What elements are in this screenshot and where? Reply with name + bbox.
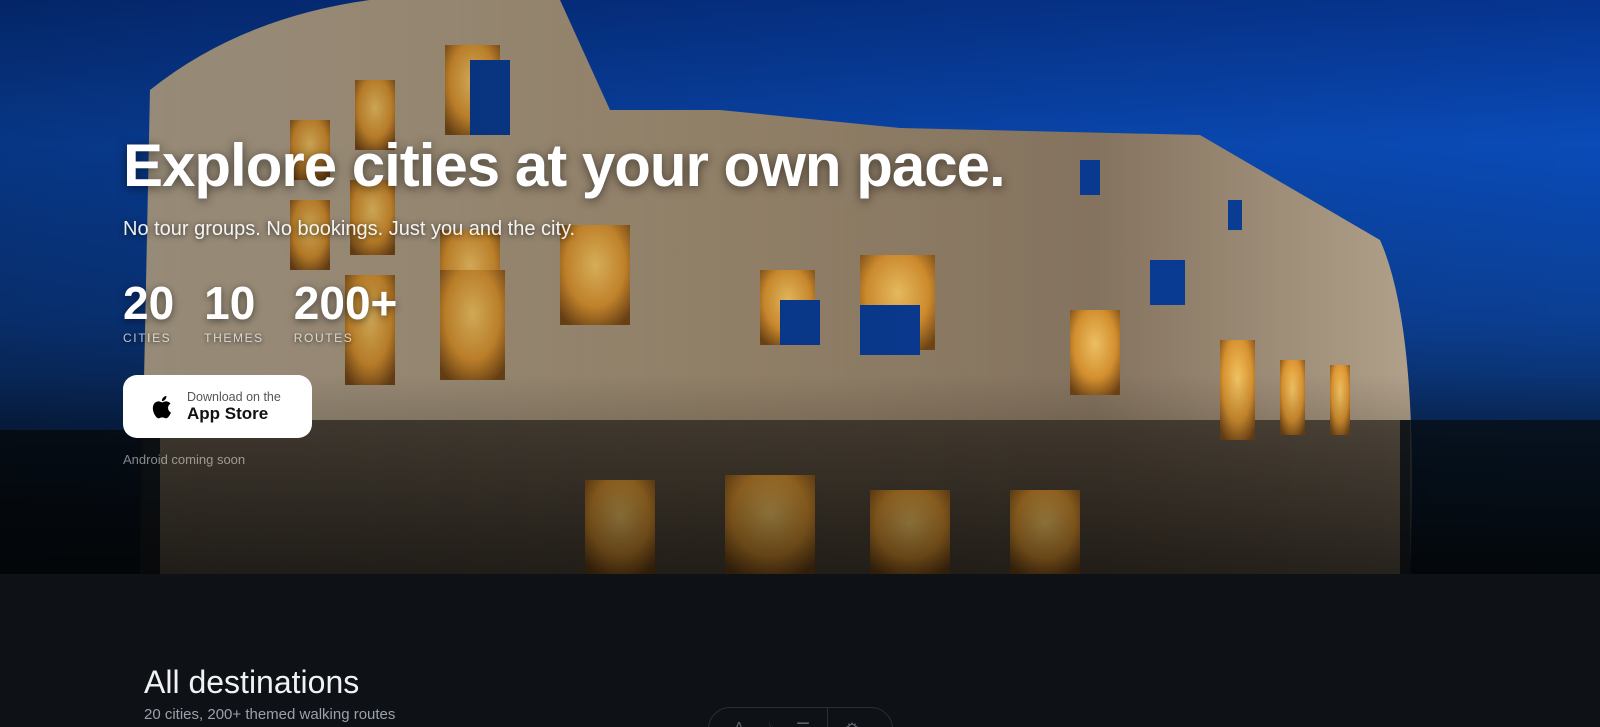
stat-label: THEMES	[204, 331, 264, 345]
destinations-section: All destinations 20 cities, 200+ themed …	[144, 662, 395, 723]
hero-content: Explore cities at your own pace. No tour…	[123, 128, 1006, 467]
stat-label: CITIES	[123, 331, 172, 345]
stat-cities: 20 CITIES	[123, 279, 174, 345]
app-store-button[interactable]: Download on the App Store	[123, 375, 312, 438]
app-store-big-label: App Store	[187, 403, 269, 423]
hero-title: Explore cities at your own pace.	[123, 132, 1006, 199]
filter-divider	[827, 707, 828, 727]
apple-icon	[152, 395, 172, 418]
stat-label: ROUTES	[293, 331, 354, 345]
stat-value: 200+	[293, 277, 398, 329]
app-store-text: Download on the App Store	[187, 390, 281, 424]
text-icon[interactable]: A	[723, 719, 755, 727]
android-coming-soon-note: Android coming soon	[123, 452, 246, 467]
stat-value: 10	[204, 277, 256, 329]
settings-icon[interactable]: ⚙	[836, 719, 868, 727]
destinations-subtitle: 20 cities, 200+ themed walking routes	[144, 706, 396, 723]
stat-themes: 10 THEMES	[204, 279, 264, 345]
hero-subtitle: No tour groups. No bookings. Just you an…	[123, 218, 576, 240]
food-icon[interactable]: ☕	[755, 719, 787, 727]
list-icon[interactable]: ☰	[787, 719, 819, 727]
filter-bar: A ☕ ☰ ⚙	[708, 707, 893, 727]
destinations-title: All destinations	[144, 664, 360, 700]
stat-routes: 200+ ROUTES	[294, 279, 398, 345]
stats-row: 20 CITIES 10 THEMES 200+ ROUTES	[123, 279, 1005, 345]
app-store-small-label: Download on the	[187, 389, 281, 404]
stat-value: 20	[123, 277, 175, 329]
hero-section: Explore cities at your own pace. No tour…	[0, 0, 1600, 574]
